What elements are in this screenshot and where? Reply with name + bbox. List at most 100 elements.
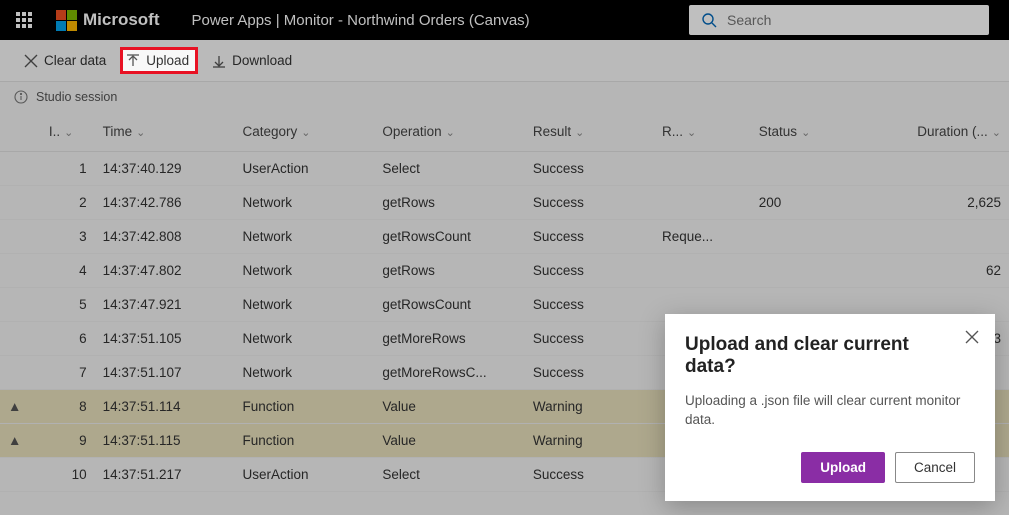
dialog-upload-button[interactable]: Upload: [801, 452, 885, 483]
cell-category: Function: [234, 390, 374, 424]
cell-id: 3: [41, 220, 95, 254]
cell-id: 10: [41, 458, 95, 492]
session-bar: Studio session: [0, 82, 1009, 112]
warning-icon: [0, 152, 41, 186]
command-bar: Clear data Upload Download: [0, 40, 1009, 82]
cell-time: 14:37:47.802: [95, 254, 235, 288]
upload-label: Upload: [146, 53, 189, 68]
chevron-down-icon: ⌄: [575, 127, 584, 139]
table-row[interactable]: 414:37:47.802NetworkgetRowsSuccess 62: [0, 254, 1009, 288]
cell-id: 7: [41, 356, 95, 390]
warning-icon: [0, 254, 41, 288]
close-icon: [24, 54, 38, 68]
clear-data-button[interactable]: Clear data: [14, 47, 116, 74]
download-icon: [212, 54, 226, 68]
col-status[interactable]: Status⌄: [751, 112, 880, 152]
cell-time: 14:37:51.114: [95, 390, 235, 424]
cell-result: Success: [525, 186, 654, 220]
cell-status: [751, 152, 880, 186]
cell-status: 200: [751, 186, 880, 220]
cell-result: Success: [525, 458, 654, 492]
dialog-cancel-button[interactable]: Cancel: [895, 452, 975, 483]
cell-id: 4: [41, 254, 95, 288]
col-duration[interactable]: Duration (...⌄: [880, 112, 1009, 152]
chevron-down-icon: ⌄: [64, 127, 73, 139]
cell-category: Network: [234, 186, 374, 220]
cell-id: 9: [41, 424, 95, 458]
cell-r: [654, 254, 751, 288]
col-id[interactable]: I..⌄: [41, 112, 95, 152]
dialog-close-button[interactable]: [965, 330, 979, 349]
col-result[interactable]: Result⌄: [525, 112, 654, 152]
cell-category: Network: [234, 322, 374, 356]
top-bar: Microsoft Power Apps | Monitor - Northwi…: [0, 0, 1009, 40]
warning-icon: [0, 220, 41, 254]
app-launcher-icon[interactable]: [8, 4, 40, 36]
upload-icon: [126, 54, 140, 68]
cell-operation: Value: [374, 424, 525, 458]
col-operation[interactable]: Operation⌄: [374, 112, 525, 152]
table-row[interactable]: 314:37:42.808NetworkgetRowsCountSuccessR…: [0, 220, 1009, 254]
table-row[interactable]: 114:37:40.129UserActionSelectSuccess: [0, 152, 1009, 186]
warning-icon: ▲: [0, 390, 41, 424]
table-row[interactable]: 214:37:42.786NetworkgetRowsSuccess2002,6…: [0, 186, 1009, 220]
cell-operation: Select: [374, 458, 525, 492]
cell-operation: getRowsCount: [374, 288, 525, 322]
warning-icon: [0, 322, 41, 356]
cell-status: [751, 254, 880, 288]
cell-result: Success: [525, 322, 654, 356]
cell-operation: getMoreRowsC...: [374, 356, 525, 390]
cell-operation: getRows: [374, 254, 525, 288]
cell-r: Reque...: [654, 220, 751, 254]
cell-time: 14:37:40.129: [95, 152, 235, 186]
cell-result: Success: [525, 356, 654, 390]
cell-r: [654, 152, 751, 186]
cell-category: UserAction: [234, 152, 374, 186]
cell-category: Function: [234, 424, 374, 458]
cell-operation: getRowsCount: [374, 220, 525, 254]
cell-id: 8: [41, 390, 95, 424]
upload-button[interactable]: Upload: [120, 47, 198, 74]
cell-operation: getMoreRows: [374, 322, 525, 356]
table-header: I..⌄ Time⌄ Category⌄ Operation⌄ Result⌄ …: [0, 112, 1009, 152]
warning-icon: [0, 186, 41, 220]
cell-category: Network: [234, 288, 374, 322]
download-button[interactable]: Download: [202, 47, 302, 74]
chevron-down-icon: ⌄: [136, 127, 145, 139]
cell-time: 14:37:42.786: [95, 186, 235, 220]
cell-operation: getRows: [374, 186, 525, 220]
cell-operation: Select: [374, 152, 525, 186]
cell-duration: [880, 220, 1009, 254]
search-box[interactable]: [689, 5, 989, 35]
cell-duration: 2,625: [880, 186, 1009, 220]
cell-time: 14:37:42.808: [95, 220, 235, 254]
warning-icon: [0, 356, 41, 390]
clear-data-label: Clear data: [44, 53, 106, 68]
col-r[interactable]: R...⌄: [654, 112, 751, 152]
session-label: Studio session: [36, 90, 117, 104]
col-time[interactable]: Time⌄: [95, 112, 235, 152]
cell-id: 5: [41, 288, 95, 322]
warning-icon: [0, 458, 41, 492]
cell-result: Success: [525, 254, 654, 288]
chevron-down-icon: ⌄: [992, 127, 1001, 139]
cell-category: Network: [234, 254, 374, 288]
cell-duration: [880, 152, 1009, 186]
cell-category: Network: [234, 356, 374, 390]
chevron-down-icon: ⌄: [446, 127, 455, 139]
search-input[interactable]: [727, 12, 977, 28]
cell-time: 14:37:51.217: [95, 458, 235, 492]
cell-id: 6: [41, 322, 95, 356]
dialog-title: Upload and clear current data?: [685, 334, 975, 378]
col-category[interactable]: Category⌄: [234, 112, 374, 152]
cell-result: Success: [525, 288, 654, 322]
warning-icon: ▲: [0, 424, 41, 458]
cell-category: UserAction: [234, 458, 374, 492]
cell-result: Warning: [525, 390, 654, 424]
cell-result: Warning: [525, 424, 654, 458]
cell-duration: 62: [880, 254, 1009, 288]
cell-time: 14:37:47.921: [95, 288, 235, 322]
cell-operation: Value: [374, 390, 525, 424]
cell-result: Success: [525, 220, 654, 254]
microsoft-logo: Microsoft: [56, 10, 160, 31]
